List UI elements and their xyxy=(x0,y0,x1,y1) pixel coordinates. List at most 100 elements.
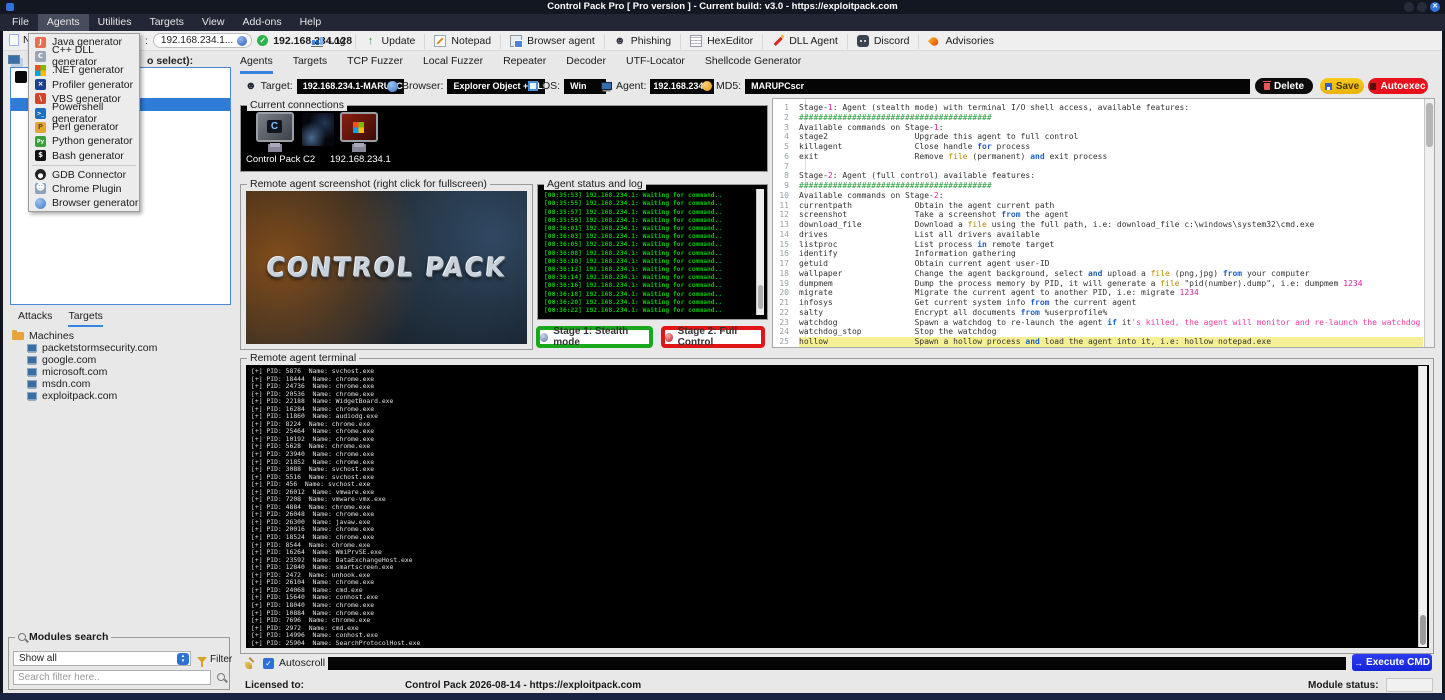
show-all-dropdown[interactable]: Show all xyxy=(13,651,191,666)
code-line: 24watchdog_stop Stop the watchdog xyxy=(773,327,1423,337)
toolbar-phishing-button[interactable]: Phishing xyxy=(605,34,681,49)
menu-item-powershell-generator[interactable]: Powershell generator xyxy=(29,106,139,120)
tab-repeater[interactable]: Repeater xyxy=(503,55,546,74)
tab-targets[interactable]: Targets xyxy=(293,55,327,74)
tab-targets[interactable]: Targets xyxy=(68,310,102,327)
help-scrollbar[interactable] xyxy=(1424,99,1434,347)
tree-item-label: google.com xyxy=(42,354,96,366)
terminal-scrollbar[interactable] xyxy=(1418,366,1427,647)
log-scrollbar-thumb[interactable] xyxy=(758,285,763,309)
remote-screenshot-image[interactable]: CONTROL PACK xyxy=(246,191,527,344)
code-line: 5killagent Close handle for process xyxy=(773,142,1423,152)
agent-connection-thumbnail[interactable] xyxy=(340,112,378,142)
log-scrollbar[interactable] xyxy=(756,189,764,315)
tab-agents[interactable]: Agents xyxy=(240,55,273,74)
main-tabs: Agents Targets TCP Fuzzer Local Fuzzer Repea… xyxy=(240,55,801,74)
tab-shellcode-generator[interactable]: Shellcode Generator xyxy=(705,55,801,74)
menu-item-python-generator[interactable]: Python generator xyxy=(29,134,139,148)
code-line: 7 xyxy=(773,162,1423,172)
autoexec-button[interactable]: Autoexec xyxy=(1368,78,1428,94)
listener-ip-field[interactable]: 192.168.234.1... xyxy=(153,33,252,48)
menu-item-net-generator[interactable]: .NET generator xyxy=(29,63,139,77)
side-tabs: Attacks Targets xyxy=(18,310,103,327)
stage1-stealth-button[interactable]: Stage 1: Stealth mode xyxy=(536,326,653,348)
code-line: 8Stage-2: Agent (full control) available… xyxy=(773,171,1423,181)
tree-item-google-com[interactable]: google.com xyxy=(27,354,232,366)
agent-log-panel: Agent status and log [08:35:51] 192.168.… xyxy=(537,184,768,320)
menu-item-label: Perl generator xyxy=(52,121,119,133)
process-line: [+] PID: 18444 Name: chrome.exe xyxy=(251,376,1416,384)
search-icon xyxy=(18,633,26,641)
md5-value-field[interactable]: MARUPCscr xyxy=(745,79,1250,94)
maximize-button[interactable] xyxy=(1417,2,1427,12)
autoscroll-checkbox[interactable] xyxy=(263,658,274,669)
minimize-button[interactable] xyxy=(1404,2,1414,12)
current-connections-panel: Current connections Control Pack C2 192.… xyxy=(240,105,768,172)
tree-root-label: Machines xyxy=(29,330,74,342)
help-scrollbar-thumb[interactable] xyxy=(1426,103,1433,147)
gdb-icon xyxy=(35,169,46,180)
tab-local-fuzzer[interactable]: Local Fuzzer xyxy=(423,55,483,74)
swoosh-thumbnail[interactable] xyxy=(302,113,334,146)
tree-root-machines[interactable]: Machines xyxy=(12,330,232,342)
menu-item-gdb-connector[interactable]: GDB Connector xyxy=(29,168,139,182)
tab-decoder[interactable]: Decoder xyxy=(566,55,606,74)
process-line: [+] PID: 25464 Name: chrome.exe xyxy=(251,428,1416,436)
menu-view[interactable]: View xyxy=(193,14,234,31)
menu-item-bash-generator[interactable]: Bash generator xyxy=(29,149,139,163)
toolbar-discord-button[interactable]: Discord xyxy=(848,34,920,49)
menu-add-ons[interactable]: Add-ons xyxy=(233,14,290,31)
toolbar-update-button[interactable]: Update xyxy=(356,34,426,49)
window-controls xyxy=(1404,2,1440,12)
execute-cmd-button[interactable]: Execute CMD xyxy=(1352,654,1432,671)
tab-attacks[interactable]: Attacks xyxy=(18,310,52,327)
menu-item-browser-generator[interactable]: Browser generator xyxy=(29,196,139,210)
toolbar-hexeditor-button[interactable]: HexEditor xyxy=(681,34,763,49)
profiler-icon xyxy=(35,79,46,90)
toolbar-advisories-button[interactable]: Advisories xyxy=(919,34,1002,49)
stage2-full-control-button[interactable]: Stage 2: Full Control xyxy=(661,326,765,348)
terminal-screen[interactable]: [+] PID: 5876 Name: svchost.exe[+] PID: … xyxy=(246,365,1429,648)
toolbar-dll-agent-button[interactable]: DLL Agent xyxy=(763,34,848,49)
code-text: Available commands on Stage-1: xyxy=(799,123,1423,133)
tree-item-label: packetstormsecurity.com xyxy=(42,342,157,354)
computer-icon xyxy=(27,368,37,376)
clear-broom-icon[interactable] xyxy=(244,657,257,670)
toolbar-log-button[interactable]: Log xyxy=(302,34,356,49)
menu-help[interactable]: Help xyxy=(291,14,331,31)
save-button[interactable]: Save xyxy=(1320,78,1364,94)
toolbar-notepad-button[interactable]: Notepad xyxy=(425,34,501,49)
menu-file[interactable]: File xyxy=(3,14,38,31)
search-filter-input[interactable] xyxy=(13,670,211,685)
c2-connection-thumbnail[interactable] xyxy=(256,112,294,142)
menu-item-profiler-generator[interactable]: Profiler generator xyxy=(29,78,139,92)
md5-icon xyxy=(702,81,712,91)
os-value-field[interactable]: Win xyxy=(564,79,606,94)
dropdown-stepper-icon[interactable] xyxy=(177,653,189,665)
toolbar-buttons: LogUpdateNotepadBrowser agentPhishingHex… xyxy=(302,33,1003,49)
command-input[interactable] xyxy=(328,657,1346,670)
tree-item-msdn-com[interactable]: msdn.com xyxy=(27,378,232,390)
toolbar-browser-agent-button[interactable]: Browser agent xyxy=(501,34,605,49)
menu-utilities[interactable]: Utilities xyxy=(89,14,141,31)
filter-button[interactable]: Filter xyxy=(197,654,232,665)
menu-agents[interactable]: Agents xyxy=(38,14,89,31)
log-line: [08:36:16] 192.168.234.1: Waiting for co… xyxy=(544,282,748,290)
tree-item-packetstormsecurity-com[interactable]: packetstormsecurity.com xyxy=(27,342,232,354)
delete-button[interactable]: Delete xyxy=(1255,78,1313,94)
tab-tcp-fuzzer[interactable]: TCP Fuzzer xyxy=(347,55,403,74)
line-number: 9 xyxy=(773,181,799,191)
menu-item-c-dll-generator[interactable]: C++ DLL generator xyxy=(29,49,139,63)
computer-icon xyxy=(27,380,37,388)
close-button[interactable] xyxy=(1430,2,1440,12)
stage1-label: Stage 1: Stealth mode xyxy=(553,326,649,348)
process-line: [+] PID: 14996 Name: conhost.exe xyxy=(251,632,1416,640)
menu-targets[interactable]: Targets xyxy=(140,14,192,31)
menu-item-chrome-plugin[interactable]: Chrome Plugin xyxy=(29,182,139,196)
tab-utf-locator[interactable]: UTF-Locator xyxy=(626,55,685,74)
tree-item-microsoft-com[interactable]: microsoft.com xyxy=(27,366,232,378)
terminal-scrollbar-thumb[interactable] xyxy=(1420,615,1426,645)
code-text: wallpaper Change the agent background, s… xyxy=(799,269,1423,279)
tree-item-exploitpack-com[interactable]: exploitpack.com xyxy=(27,390,232,402)
code-line: 17getuid Obtain current agent user-ID xyxy=(773,259,1423,269)
